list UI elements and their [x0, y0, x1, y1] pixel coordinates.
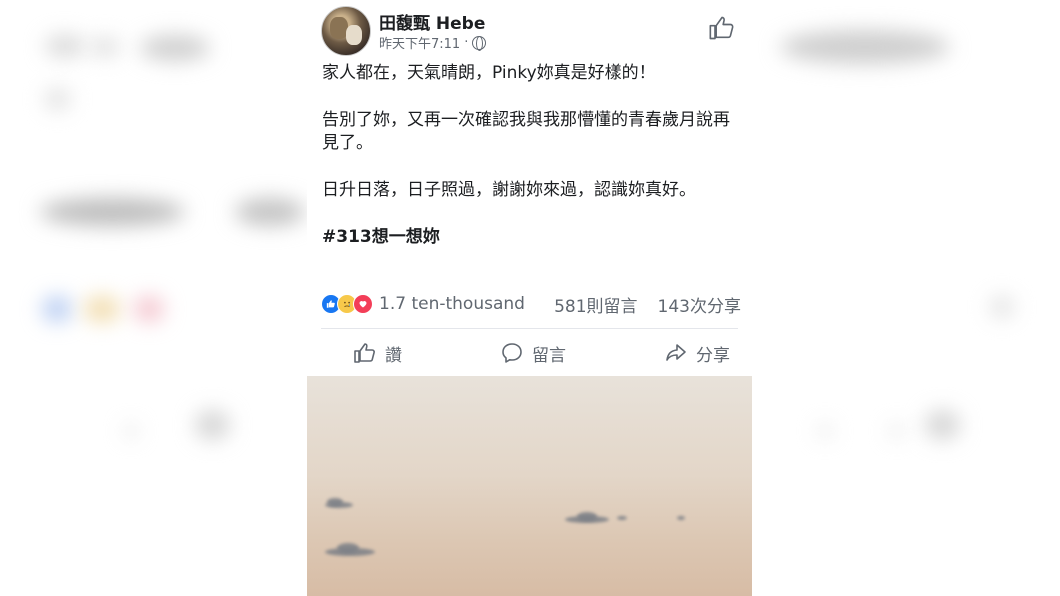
reactions-count[interactable]: 1.7 ten-thousand [379, 294, 525, 314]
post-text: 家人都在，天氣晴朗，Pinky妳真是好樣的！ 告別了妳，又再一次確認我與我那懵懂… [322, 62, 737, 273]
post-meta: 昨天下午7:11 · [379, 33, 487, 52]
thumbs-up-icon [354, 343, 375, 363]
post-header: 田馥甄 Hebe 昨天下午7:11 · [307, 0, 752, 60]
reaction-icons[interactable] [321, 294, 373, 314]
globe-icon [472, 35, 487, 51]
post-photo[interactable] [307, 376, 752, 596]
post-timestamp[interactable]: 昨天下午7:11 [379, 33, 460, 52]
divider [321, 328, 738, 329]
like-label: 讚 [385, 345, 402, 366]
post-stats: 1.7 ten-thousand 581則留言 143次分享 [321, 292, 741, 317]
comment-label: 留言 [532, 345, 566, 366]
love-reaction-icon [353, 294, 373, 314]
cloud [617, 516, 627, 520]
like-button[interactable]: 讚 [353, 334, 402, 372]
comment-bubble-icon [502, 343, 522, 363]
post-actions: 讚 留言 分享 [307, 334, 752, 372]
share-label: 分享 [696, 345, 730, 366]
cloud [577, 512, 597, 521]
share-arrow-icon [666, 344, 686, 361]
shares-count[interactable]: 143次分享 [658, 292, 741, 317]
comments-count[interactable]: 581則留言 [554, 292, 637, 317]
cloud [337, 543, 359, 553]
thumbs-up-icon[interactable] [708, 14, 736, 42]
cloud [327, 498, 343, 506]
author-avatar[interactable] [321, 6, 371, 56]
post-paragraph: 家人都在，天氣晴朗，Pinky妳真是好樣的！ [322, 63, 656, 83]
post-paragraph: 日升日落，日子照過，謝謝妳來過，認識妳真好。 [322, 180, 696, 200]
post-hashtag[interactable]: #313想一想妳 [322, 226, 737, 249]
facebook-post-card: 田馥甄 Hebe 昨天下午7:11 · 家人都在，天氣晴朗，Pinky妳真是好樣… [307, 0, 752, 596]
comment-button[interactable]: 留言 [500, 334, 566, 372]
meta-separator: · [464, 35, 469, 50]
share-button[interactable]: 分享 [664, 334, 730, 372]
post-paragraph: 告別了妳，又再一次確認我與我那懵懂的青春歲月說再見了。 [322, 110, 730, 153]
author-name[interactable]: 田馥甄 Hebe [379, 9, 485, 34]
cloud [677, 516, 685, 520]
